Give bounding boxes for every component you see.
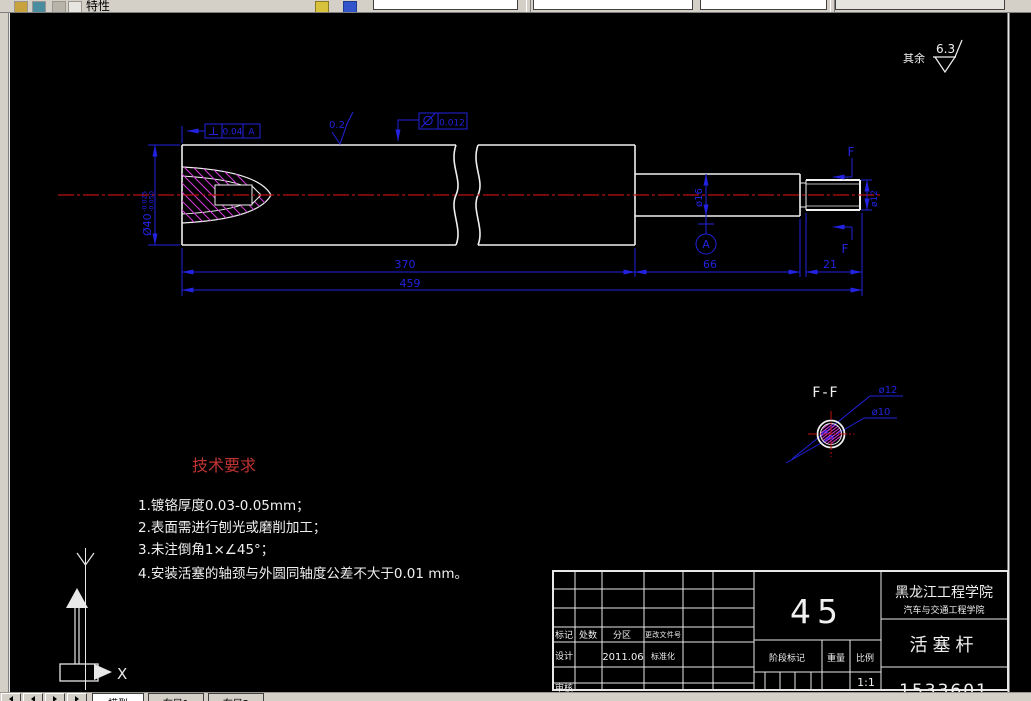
tb-scale-value: 1:1 [857,676,875,689]
section-view-ff: F-F [808,385,854,457]
tb-material: 45 [790,592,844,631]
dim-66: 66 [703,258,717,271]
tb-label-stage-mark: 阶段标记 [769,652,805,664]
tab-model[interactable]: 模型 [92,693,144,701]
tb-label-weight: 重量 [827,652,845,664]
section-label-f-bottom: F [842,242,849,256]
sheet-border [8,12,1010,692]
tb-date: 2011.06 [602,652,643,663]
section-label-f-top: F [848,145,855,159]
title-block: 标记 处数 分区 更改文件号 设计 2011.06 标准化 审核 45 阶段标记… [552,570,1009,701]
dim-d16: ø16 [694,188,705,207]
tab-layout2[interactable]: 布局2 [208,693,264,701]
toolbar-diamond-icon[interactable] [343,1,357,12]
tab-nav-prev-icon[interactable] [23,693,43,701]
tab-nav-next-icon[interactable] [45,693,65,701]
tb-label-design: 设计 [555,650,573,662]
dimension-texts: 370 66 21 459 0.04 A 0.012 0.2 A F F ø12… [141,119,898,419]
tech-title: 技术要求 [192,456,256,475]
tab-nav-first-icon[interactable] [1,693,21,701]
toolbar-grip-1[interactable] [526,0,531,12]
ucs-icon: X [59,548,127,690]
tb-department: 汽车与交通工程学院 [903,604,984,616]
toolbar-icon-2[interactable] [32,1,46,12]
layer-combo[interactable] [373,0,518,10]
ff-dim-d12: ø12 [879,385,898,396]
dim-459: 459 [400,277,421,290]
toolbar-icon-3[interactable] [52,1,66,12]
tech-requirements: 技术要求 1.镀铬厚度0.03-0.05mm； 2.表面需进行刨光或磨削加工； … [138,456,468,582]
left-dock-strip [0,12,9,692]
tb-label-mark: 标记 [555,629,573,641]
toolbar-star-icon[interactable] [315,1,329,12]
tech-item-3: 3.未注倒角1×∠45°； [138,542,274,558]
roughness-prefix: 其余 [903,51,925,65]
ff-dim-d10: ø10 [872,407,891,418]
ucs-x-arrow-icon [94,664,112,680]
toolbar-properties-label[interactable]: 特性 [86,0,110,12]
top-toolbar: 特性 [0,0,1031,13]
fcf2-value: 0.012 [439,119,465,129]
section-view-title: F-F [812,385,839,401]
dim-d40-tol-lower: -0.050 [148,191,156,212]
linetype-combo[interactable] [700,0,827,10]
cylindricity-icon [420,113,436,128]
tb-label-change-file: 更改文件号 [645,630,681,639]
ff-centerlines [808,411,854,457]
dim-21: 21 [823,258,837,271]
tb-label-zone: 分区 [613,630,631,641]
toolbar-icon-1[interactable] [14,1,28,12]
tb-label-count: 处数 [579,629,597,641]
tab-layout1[interactable]: 布局1 [148,693,204,701]
datum-a-label: A [702,238,710,251]
toolbar-icon-4[interactable] [68,1,82,12]
tab-nav-last-icon[interactable] [67,693,87,701]
layout-tab-bar: 模型 布局1 布局2 [0,692,1031,701]
lineweight-combo[interactable] [835,0,1005,10]
ucs-y-arrow-icon [66,588,88,608]
general-roughness: 其余 6.3 [903,39,963,74]
ucs-origin-box [59,663,99,682]
ucs-x-label: X [117,665,127,683]
tech-item-1: 1.镀铬厚度0.03-0.05mm； [138,497,310,514]
tb-part-name: 活塞杆 [910,635,979,656]
tb-label-scale: 比例 [856,652,874,664]
dim-d40: Ø40 [141,213,154,236]
fcf1-datum: A [248,128,255,138]
tb-label-standardize: 标准化 [651,651,675,661]
cad-application-window: 特性 370 66 21 459 0.04 A 0.012 0.2 A F F … [0,0,1031,701]
tech-item-2: 2.表面需进行刨光或磨削加工； [138,520,326,536]
tb-institution: 黑龙江工程学院 [895,585,993,601]
fcf1-value: 0.04 [222,128,242,138]
color-combo[interactable] [533,0,693,10]
roughness-value: 6.3 [936,42,955,56]
dim-370: 370 [395,258,416,271]
tech-item-4: 4.安装活塞的轴颈与外圆同轴度公差不大于0.01 mm。 [138,565,468,582]
dimensions [148,111,903,464]
drawing-canvas[interactable]: 370 66 21 459 0.04 A 0.012 0.2 A F F ø12… [0,0,1031,701]
roughness-0-2: 0.2 [329,120,345,131]
dim-d12: ø12 [870,190,880,207]
